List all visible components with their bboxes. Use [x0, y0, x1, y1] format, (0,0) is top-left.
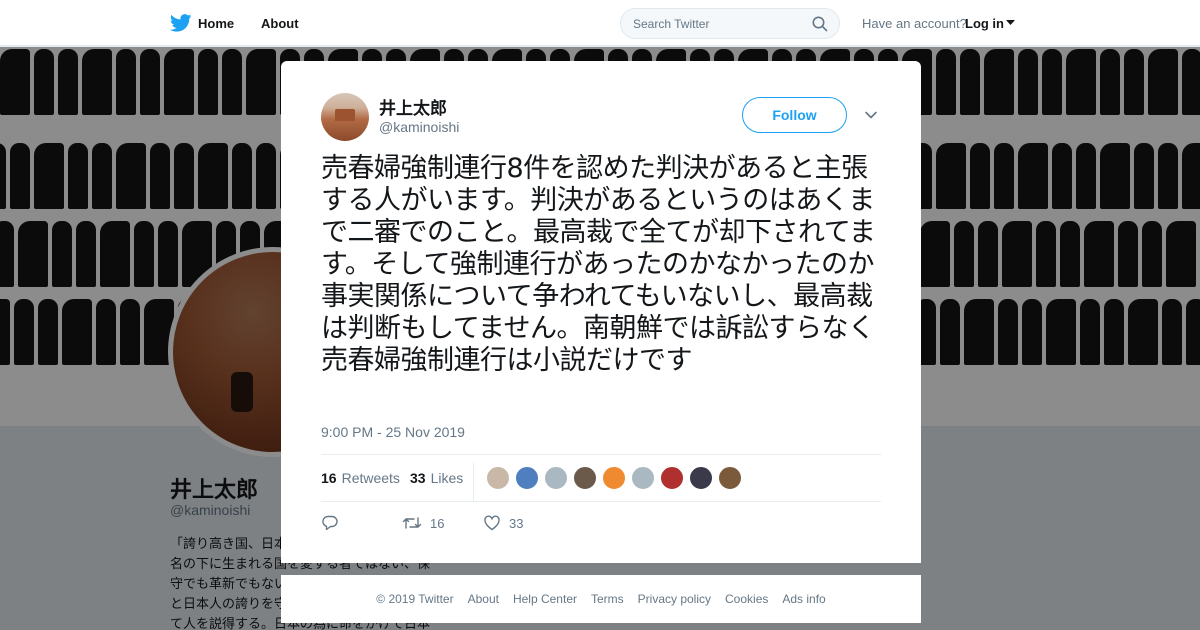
reply-button[interactable]	[321, 511, 339, 535]
liker-avatar[interactable]	[660, 466, 684, 490]
retweet-icon	[402, 517, 422, 529]
likes-label: Likes	[430, 470, 464, 486]
tweet-modal: 井上太郎 @kaminoishi Follow 売春婦強制連行8件を認めた判決が…	[281, 61, 921, 563]
liker-avatar[interactable]	[573, 466, 597, 490]
nav-home-link[interactable]: Home	[170, 0, 234, 46]
liker-avatar[interactable]	[718, 466, 742, 490]
retweets-stat[interactable]: 16 Retweets	[321, 455, 400, 501]
search-input[interactable]	[633, 15, 803, 33]
likes-stat[interactable]: 33 Likes	[410, 455, 463, 501]
liker-avatars	[486, 466, 742, 490]
chevron-down-icon[interactable]	[864, 108, 878, 122]
tweet-actions: 16 33	[321, 511, 881, 535]
liker-avatar[interactable]	[515, 466, 539, 490]
retweet-button[interactable]: 16	[402, 511, 444, 535]
login-button[interactable]: Log in	[965, 0, 1015, 46]
twitter-bird-icon	[170, 14, 192, 32]
nav-home-label: Home	[198, 15, 235, 31]
retweets-label: Retweets	[341, 470, 400, 486]
liker-avatar[interactable]	[689, 466, 713, 490]
author-name[interactable]: 井上太郎	[379, 94, 447, 119]
like-button[interactable]: 33	[483, 511, 523, 535]
footer-cookies-link[interactable]: Cookies	[725, 592, 768, 606]
close-icon[interactable]	[1154, 12, 1178, 36]
liker-avatar[interactable]	[486, 466, 510, 490]
liker-avatar[interactable]	[544, 466, 568, 490]
nav-about-link[interactable]: About	[261, 0, 299, 46]
search-box	[620, 8, 840, 39]
author-avatar[interactable]	[321, 93, 369, 141]
heart-icon	[484, 515, 500, 531]
footer-privacy-link[interactable]: Privacy policy	[638, 592, 711, 606]
author-handle[interactable]: @kaminoishi	[379, 119, 459, 135]
tweet-text: 売春婦強制連行8件を認めた判決があると主張する人がいます。判決があるというのはあ…	[321, 153, 876, 376]
likes-count: 33	[410, 470, 426, 486]
footer-help-link[interactable]: Help Center	[513, 592, 577, 606]
have-account-text: Have an account?	[862, 15, 967, 31]
footer-about-link[interactable]: About	[468, 592, 499, 606]
follow-button[interactable]: Follow	[742, 97, 847, 133]
footer-terms-link[interactable]: Terms	[591, 592, 624, 606]
search-icon[interactable]	[812, 16, 828, 32]
nav-about-label: About	[261, 15, 299, 31]
login-label: Log in	[965, 15, 1004, 31]
top-navigation: Home About Have an account? Log in	[0, 0, 1200, 46]
footer-ads-link[interactable]: Ads info	[782, 592, 825, 606]
retweets-count: 16	[321, 470, 337, 486]
retweet-count: 16	[430, 515, 445, 531]
footer-copyright: © 2019 Twitter	[376, 592, 454, 606]
liker-avatar[interactable]	[602, 466, 626, 490]
liker-avatar[interactable]	[631, 466, 655, 490]
like-count: 33	[509, 515, 524, 531]
tweet-timestamp[interactable]: 9:00 PM - 25 Nov 2019	[321, 424, 465, 440]
chevron-down-icon	[1006, 20, 1015, 25]
reply-icon	[322, 515, 338, 531]
stats-divider	[473, 463, 474, 501]
tweet-stats: 16 Retweets 33 Likes	[321, 454, 881, 502]
modal-footer: © 2019 Twitter About Help Center Terms P…	[281, 575, 921, 623]
